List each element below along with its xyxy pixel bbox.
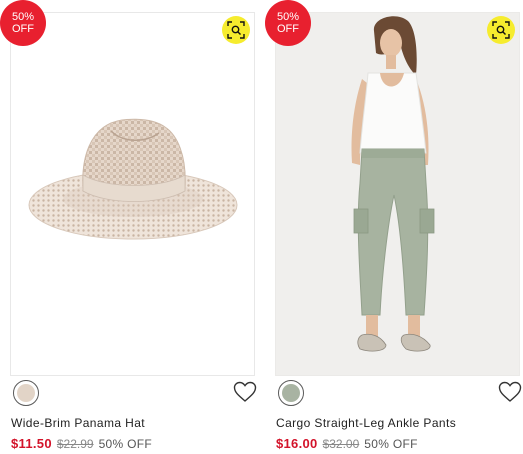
product-name[interactable]: Cargo Straight-Leg Ankle Pants bbox=[276, 416, 456, 430]
original-price: $22.99 bbox=[56, 437, 94, 451]
original-price: $32.00 bbox=[322, 437, 360, 451]
product-card[interactable]: 50% OFF bbox=[265, 0, 522, 454]
discount-label: 50% OFF bbox=[98, 437, 153, 451]
cargo-pants-model-image bbox=[351, 16, 435, 352]
price-row: $16.00 $32.00 50% OFF bbox=[276, 436, 418, 451]
product-image[interactable] bbox=[275, 12, 520, 376]
sale-price: $11.50 bbox=[11, 436, 52, 451]
product-image[interactable] bbox=[10, 12, 255, 376]
image-search-icon bbox=[492, 21, 510, 39]
image-search-button[interactable] bbox=[222, 16, 250, 44]
heart-icon[interactable] bbox=[498, 381, 522, 403]
image-search-button[interactable] bbox=[487, 16, 515, 44]
sale-price: $16.00 bbox=[276, 436, 318, 451]
product-card[interactable]: 50% OFF bbox=[0, 0, 257, 454]
discount-label: 50% OFF bbox=[364, 437, 418, 451]
product-name[interactable]: Wide-Brim Panama Hat bbox=[11, 416, 145, 430]
swatch-color-fill bbox=[17, 384, 35, 402]
price-row: $11.50 $22.99 50% OFF bbox=[11, 436, 152, 451]
swatch-color-fill bbox=[282, 384, 300, 402]
image-search-icon bbox=[227, 21, 245, 39]
color-swatch[interactable] bbox=[278, 380, 304, 406]
panama-hat-image bbox=[28, 118, 238, 240]
heart-icon[interactable] bbox=[233, 381, 257, 403]
color-swatch[interactable] bbox=[13, 380, 39, 406]
discount-badge: 50% OFF bbox=[0, 0, 46, 46]
discount-badge: 50% OFF bbox=[265, 0, 311, 46]
